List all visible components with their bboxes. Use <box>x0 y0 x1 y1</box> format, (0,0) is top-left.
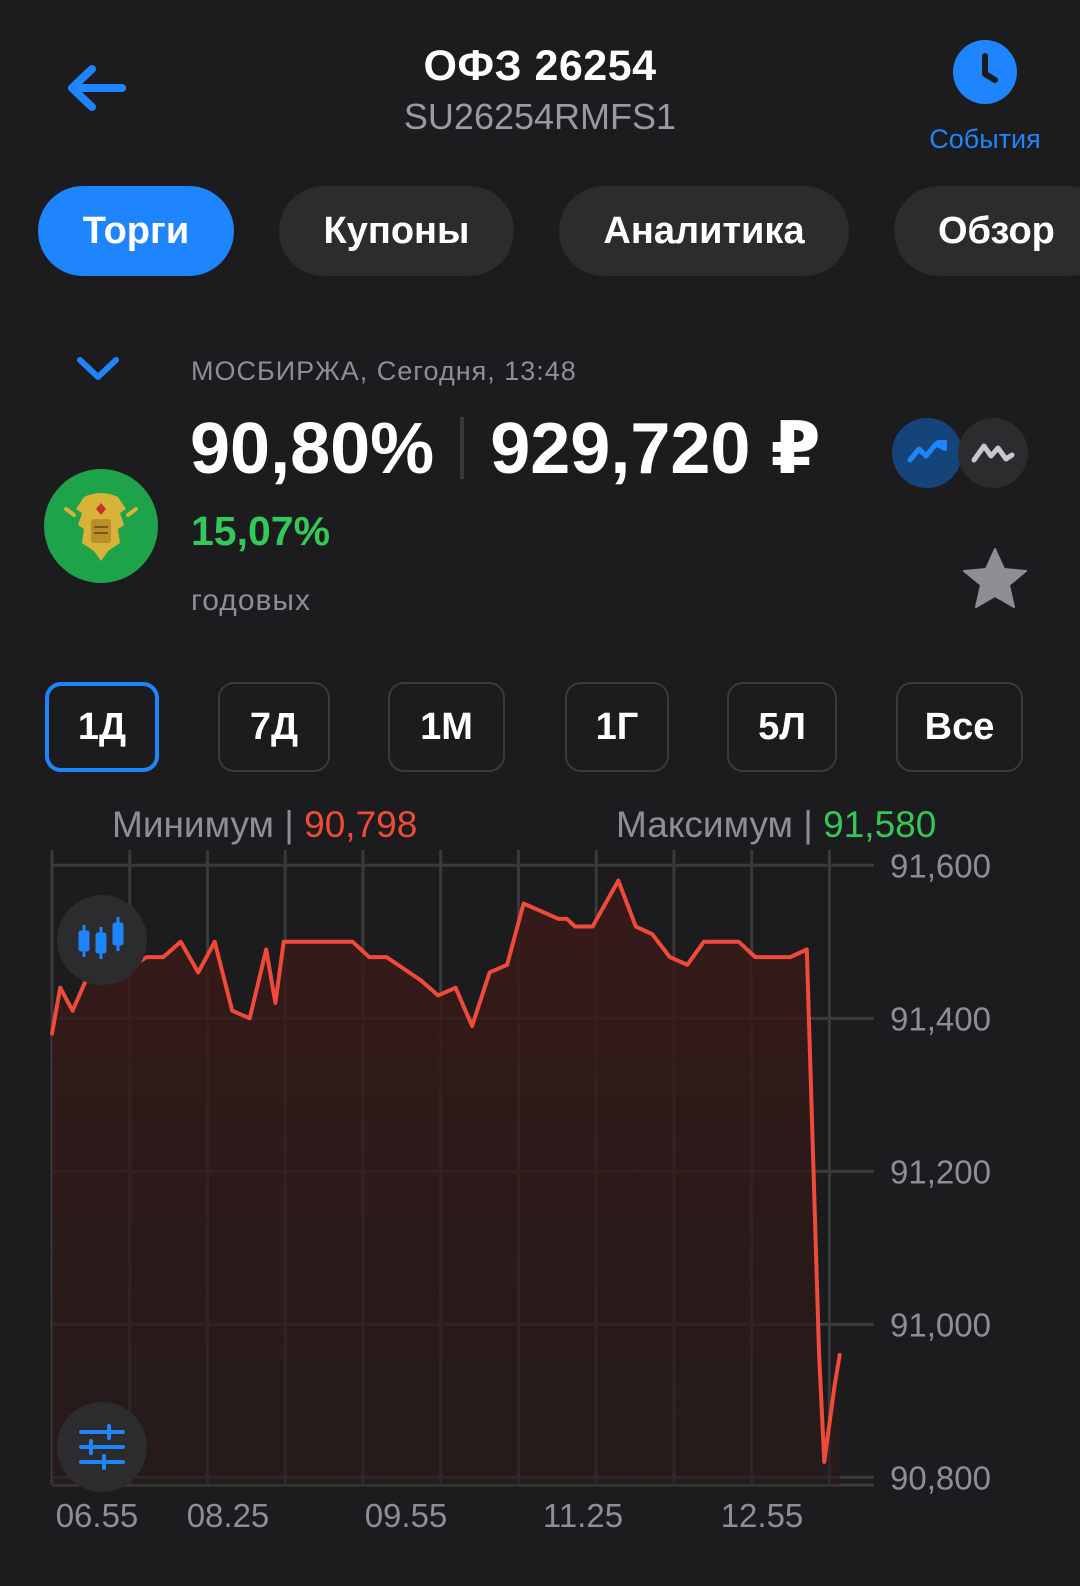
price-chart[interactable]: 91,600 91,400 91,200 91,000 90,800 06.55 08.2… <box>0 850 1080 1530</box>
area-chart-icon <box>971 443 1015 463</box>
line-chart-icon <box>907 440 947 463</box>
page-title: ОФЗ 26254 <box>423 42 657 90</box>
clock-icon <box>953 40 1017 104</box>
x-tick-label: 08.25 <box>187 1497 270 1530</box>
exchange-timestamp: МОСБИРЖА, Сегодня, 13:48 <box>191 356 577 386</box>
max-divider: | <box>803 804 813 845</box>
tab-overview[interactable]: Обзор <box>894 186 1080 276</box>
x-tick-label: 12.55 <box>721 1497 804 1530</box>
period-1m[interactable]: 1М <box>388 682 505 772</box>
y-tick-label: 91,600 <box>890 850 991 884</box>
candlestick-mode-button[interactable] <box>57 895 147 985</box>
events-label: События <box>929 124 1041 154</box>
tab-coupons[interactable]: Купоны <box>279 186 514 276</box>
minimum-stat: Минимум | 90,798 <box>112 804 417 846</box>
max-value: 91,580 <box>823 804 937 845</box>
maximum-stat: Максимум | 91,580 <box>616 804 936 846</box>
star-icon <box>963 548 1027 608</box>
x-tick-label: 06.55 <box>56 1497 139 1530</box>
min-label: Минимум <box>112 804 274 845</box>
x-tick-label: 11.25 <box>543 1497 623 1530</box>
isin-subtitle: SU26254RMFS1 <box>403 96 677 137</box>
y-tick-label: 91,400 <box>890 1000 991 1037</box>
price-rub: 929,720 ₽ <box>490 409 821 489</box>
x-axis: 06.55 08.25 09.55 11.25 12.55 <box>56 1497 804 1530</box>
price-percent: 90,80% <box>190 409 435 489</box>
min-value: 90,798 <box>304 804 418 845</box>
min-divider: | <box>284 804 294 845</box>
yield-value: 15,07% <box>191 508 331 554</box>
chart-settings-button[interactable] <box>57 1402 147 1492</box>
tab-trading[interactable]: Торги <box>38 186 234 276</box>
collapse-button[interactable] <box>70 350 126 390</box>
area-mode-toggle[interactable] <box>958 418 1028 488</box>
line-mode-toggle[interactable] <box>892 418 962 488</box>
y-tick-label: 90,800 <box>890 1459 991 1496</box>
price-divider <box>460 417 465 479</box>
chevron-down-icon <box>77 357 119 380</box>
yield-label: годовых <box>191 584 311 617</box>
y-axis: 91,600 91,400 91,200 91,000 90,800 <box>890 850 991 1496</box>
y-tick-label: 91,200 <box>890 1153 991 1190</box>
emblem-logo <box>64 493 138 561</box>
price-area-fill <box>52 880 840 1485</box>
x-tick-label: 09.55 <box>365 1497 448 1530</box>
events-button[interactable]: События <box>920 36 1050 166</box>
sliders-icon <box>79 1424 125 1470</box>
candlestick-icon <box>78 917 124 959</box>
issuer-logo <box>44 469 158 583</box>
period-1d[interactable]: 1Д <box>45 682 159 772</box>
max-label: Максимум <box>616 804 793 845</box>
period-5y[interactable]: 5Л <box>727 682 837 772</box>
period-7d[interactable]: 7Д <box>218 682 330 772</box>
period-all[interactable]: Все <box>896 682 1023 772</box>
period-1y[interactable]: 1Г <box>565 682 669 772</box>
y-tick-label: 91,000 <box>890 1306 991 1343</box>
price-display: 90,80% 929,720 ₽ <box>190 406 821 490</box>
favorite-button[interactable] <box>961 545 1029 613</box>
tab-analytics[interactable]: Аналитика <box>559 186 849 276</box>
